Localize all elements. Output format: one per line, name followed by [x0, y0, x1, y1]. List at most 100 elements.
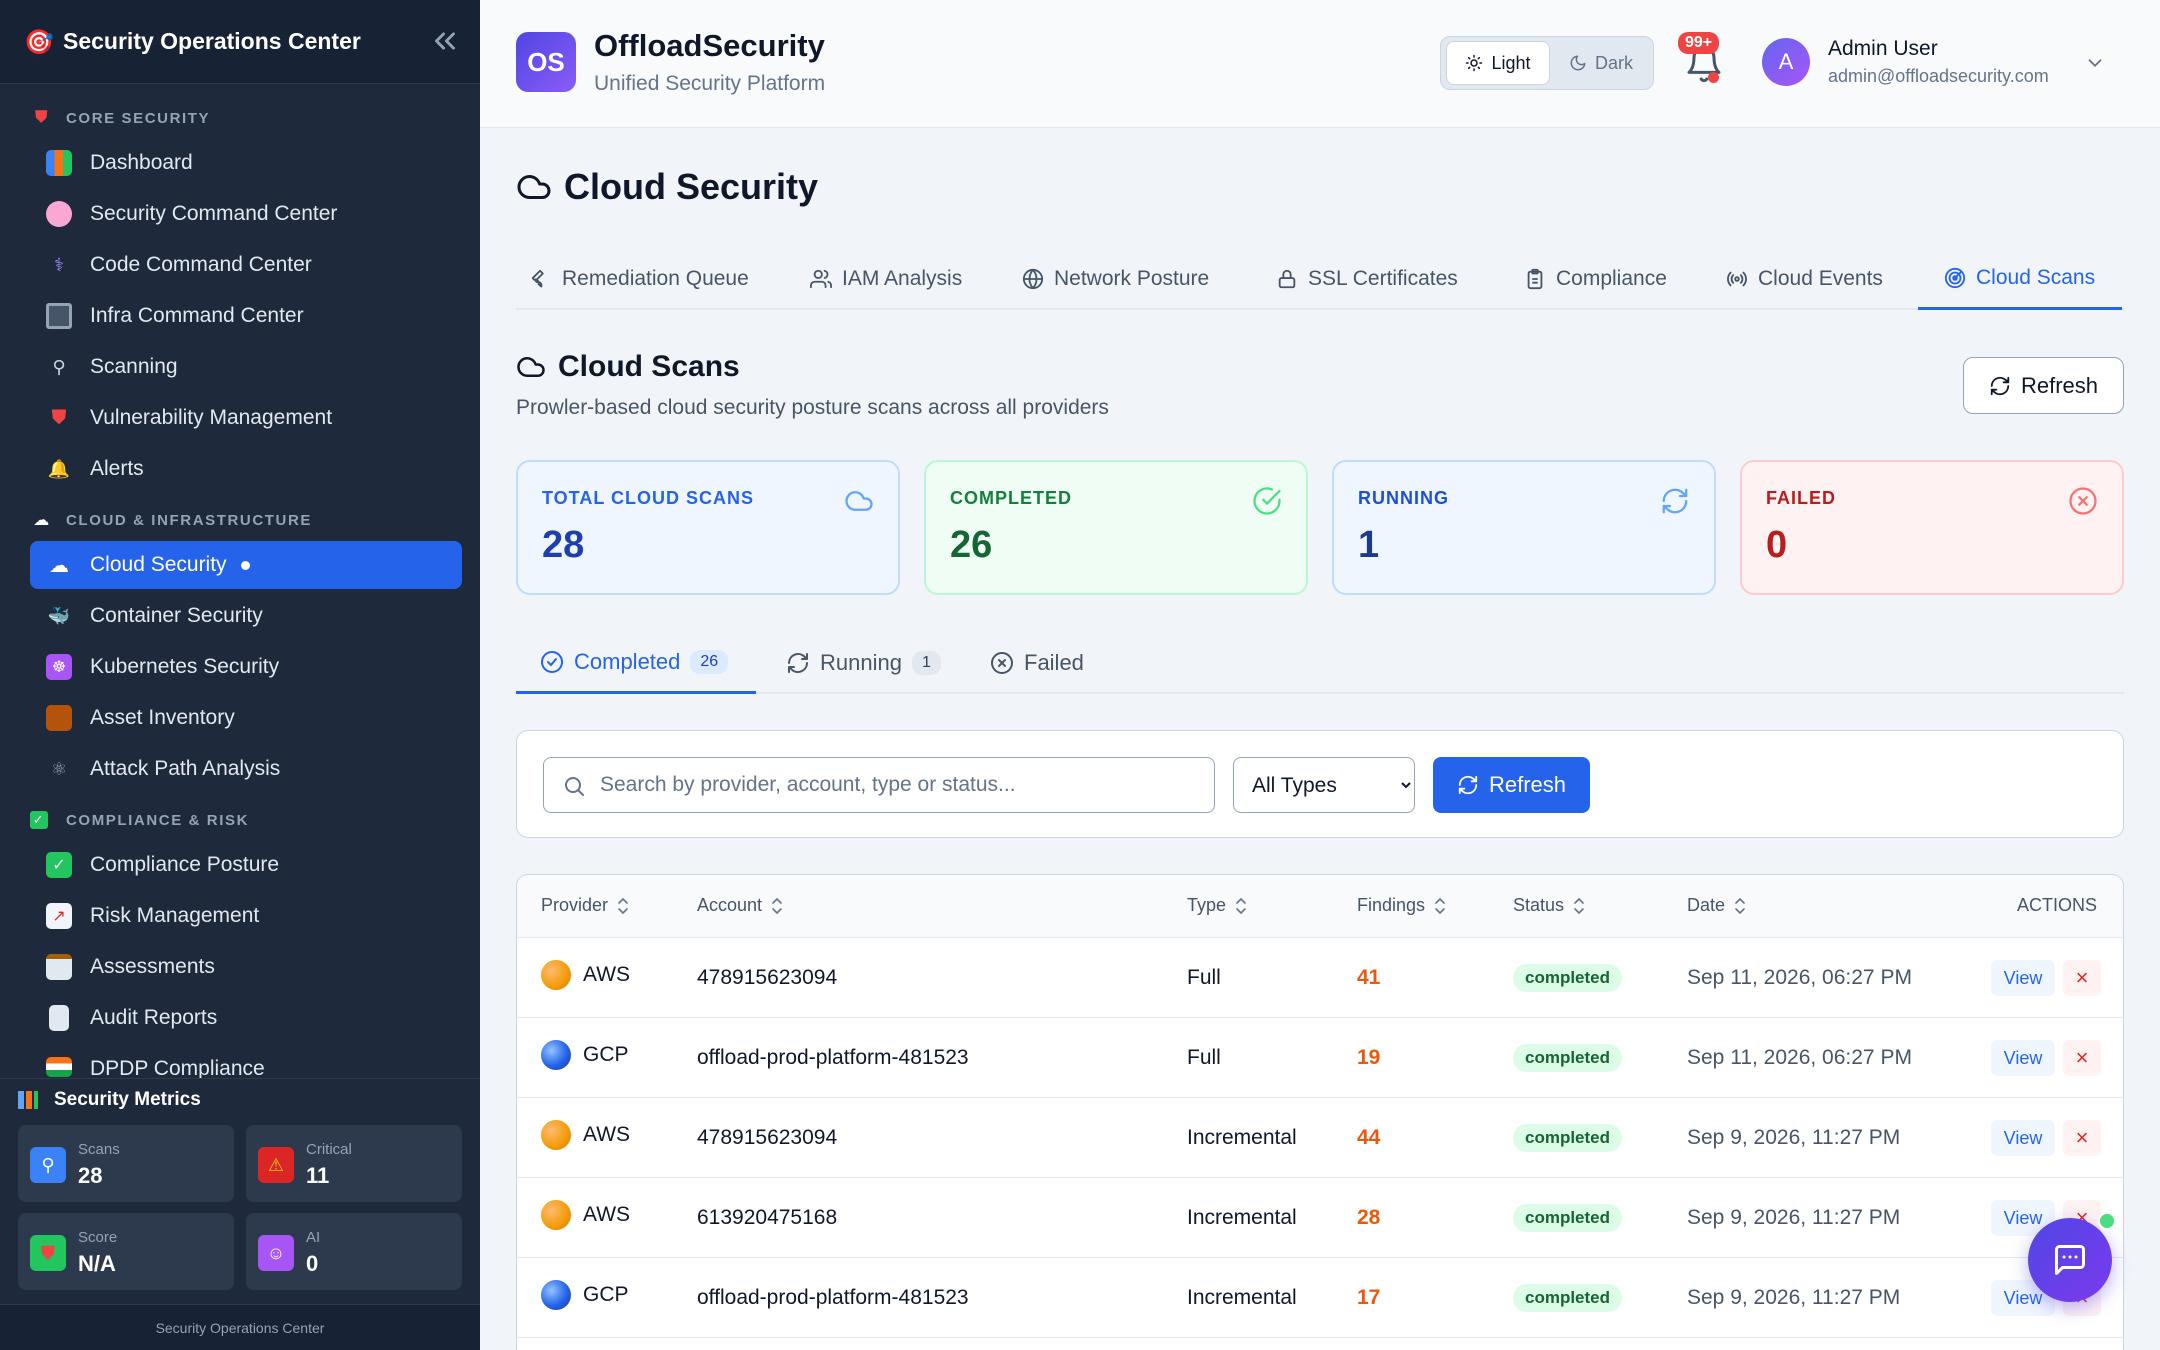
view-button[interactable]: View — [1991, 1120, 2055, 1156]
table-header: Provider Account Type Findings Status Da… — [517, 875, 2123, 938]
metric-critical[interactable]: ⚠ Critical 11 — [246, 1125, 462, 1202]
refresh-button[interactable]: Refresh — [1963, 357, 2124, 414]
bar-chart-icon — [46, 150, 72, 176]
view-button[interactable]: View — [1991, 1040, 2055, 1076]
status-badge: completed — [1513, 1124, 1623, 1152]
type-filter-select[interactable]: All Types — [1233, 757, 1415, 813]
collapse-sidebar-icon[interactable] — [428, 24, 462, 58]
table-row[interactable]: AWS 478915623094 Incremental 44 complete… — [517, 1098, 2123, 1178]
sidebar-item-label: Risk Management — [90, 904, 260, 927]
subtab-completed[interactable]: Completed 26 — [516, 632, 756, 694]
sidebar-item-vulnerability-management[interactable]: ⛊ Vulnerability Management — [30, 394, 462, 442]
filter-refresh-button[interactable]: Refresh — [1433, 757, 1590, 813]
sidebar-item-compliance-posture[interactable]: ✓ Compliance Posture — [30, 841, 462, 889]
refresh-icon — [1458, 775, 1478, 795]
sidebar-item-alerts[interactable]: 🔔 Alerts — [30, 445, 462, 493]
sidebar-item-kubernetes-security[interactable]: ☸ Kubernetes Security — [30, 643, 462, 691]
metric-value: 11 — [306, 1163, 330, 1188]
metric-label: Critical — [306, 1141, 352, 1158]
brand-logo[interactable]: OS — [516, 32, 576, 92]
tab-cloud-events[interactable]: Cloud Events — [1726, 248, 1883, 310]
provider-cell: AWS — [541, 1200, 630, 1230]
metric-ai[interactable]: ☺ AI 0 — [246, 1213, 462, 1290]
theme-light-button[interactable]: Light — [1446, 41, 1550, 85]
table-row[interactable]: GCP offload-prod-platform-481523 Increme… — [517, 1258, 2123, 1338]
page-title: Cloud Security — [564, 166, 819, 207]
subtab-label: Completed — [574, 648, 681, 674]
theme-dark-button[interactable]: Dark — [1553, 41, 1649, 85]
bell-icon: 🔔 — [47, 458, 71, 479]
clipboard-icon — [46, 954, 72, 980]
stat-total-cloud-scans: TOTAL CLOUD SCANS 28 — [516, 460, 900, 595]
date-cell: Sep 11, 2026, 06:27 PM — [1687, 1046, 1912, 1069]
tab-network-posture[interactable]: Network Posture — [1022, 248, 1209, 310]
subtab-running[interactable]: Running 1 — [786, 632, 941, 694]
sidebar-item-risk-management[interactable]: ↗ Risk Management — [30, 892, 462, 940]
delete-button[interactable]: × — [2063, 1040, 2101, 1076]
sidebar-item-attack-path-analysis[interactable]: ⚛ Attack Path Analysis — [30, 745, 462, 793]
column-label: Date — [1687, 895, 1726, 915]
column-status[interactable]: Status — [1513, 895, 1586, 916]
subtab-label: Failed — [1024, 650, 1084, 675]
avatar[interactable]: A — [1762, 38, 1810, 86]
column-account[interactable]: Account — [697, 895, 784, 916]
search-input[interactable] — [600, 758, 1200, 812]
chat-button[interactable] — [2028, 1218, 2112, 1302]
tab-label: Remediation Queue — [562, 267, 749, 290]
sidebar-item-dashboard[interactable]: Dashboard — [30, 139, 462, 187]
tab-remediation-queue[interactable]: Remediation Queue — [530, 248, 749, 310]
delete-button[interactable]: × — [2063, 1120, 2101, 1156]
magnifier-icon: ⚲ — [30, 1147, 66, 1183]
column-date[interactable]: Date — [1687, 895, 1747, 916]
sidebar-item-security-command-center[interactable]: Security Command Center — [30, 190, 462, 238]
findings-cell: 19 — [1357, 1046, 1381, 1069]
delete-button[interactable]: × — [2063, 960, 2101, 996]
column-type[interactable]: Type — [1187, 895, 1248, 916]
column-label: Status — [1513, 895, 1565, 915]
metric-score[interactable]: ⛊ Score N/A — [18, 1213, 234, 1290]
clipboard-icon — [1527, 268, 1543, 290]
monitor-icon — [46, 303, 72, 329]
account-cell: offload-prod-platform-481523 — [697, 1046, 969, 1069]
sidebar-item-label: Asset Inventory — [90, 706, 235, 729]
tab-compliance[interactable]: Compliance — [1524, 248, 1667, 310]
gcp-provider-icon — [541, 1280, 571, 1310]
metric-value: N/A — [78, 1251, 116, 1276]
stat-label: COMPLETED — [950, 488, 1073, 508]
column-findings[interactable]: Findings — [1357, 895, 1447, 916]
theme-toggle: Light Dark — [1440, 36, 1654, 90]
sidebar-item-asset-inventory[interactable]: Asset Inventory — [30, 694, 462, 742]
cloud-icon — [845, 491, 873, 511]
sidebar-item-scanning[interactable]: ⚲ Scanning — [30, 343, 462, 391]
sidebar-item-code-command-center[interactable]: ⚕ Code Command Center — [30, 241, 462, 289]
sidebar-item-container-security[interactable]: 🐳 Container Security — [30, 592, 462, 640]
sidebar-item-infra-command-center[interactable]: Infra Command Center — [30, 292, 462, 340]
view-button[interactable]: View — [1991, 960, 2055, 996]
tab-iam-analysis[interactable]: IAM Analysis — [810, 248, 962, 310]
findings-cell: 44 — [1357, 1126, 1381, 1149]
chevron-down-icon[interactable] — [2084, 52, 2106, 74]
column-provider[interactable]: Provider — [541, 895, 630, 916]
sidebar-item-label: Scanning — [90, 355, 178, 378]
sidebar-item-cloud-security[interactable]: ☁ Cloud Security — [30, 541, 462, 589]
subtab-failed[interactable]: Failed — [990, 632, 1084, 694]
cloud-icon: ☁ — [33, 512, 51, 529]
user-name[interactable]: Admin User — [1828, 37, 1938, 61]
table-row[interactable]: AWS 478915623094 Full 41 completed Sep 1… — [517, 938, 2123, 1018]
notification-dot — [1708, 72, 1719, 83]
table-row[interactable]: GCP offload-prod-platform-481523 Full 19… — [517, 1018, 2123, 1098]
metric-scans[interactable]: ⚲ Scans 28 — [18, 1125, 234, 1202]
sidebar-item-audit-reports[interactable]: Audit Reports — [30, 994, 462, 1042]
sidebar-item-dpdp-compliance[interactable]: DPDP Compliance — [30, 1045, 462, 1079]
x-circle-icon — [2069, 487, 2097, 515]
filter-bar: All Types Refresh — [516, 730, 2124, 838]
tab-ssl-certificates[interactable]: SSL Certificates — [1276, 248, 1458, 310]
table-row[interactable]: AWS 613920475168 Incremental 28 complete… — [517, 1178, 2123, 1258]
sidebar-item-assessments[interactable]: Assessments — [30, 943, 462, 991]
cloud-icon: ☁ — [49, 554, 69, 577]
sun-icon — [1466, 54, 1483, 72]
refresh-icon — [1662, 488, 1688, 514]
stat-running: RUNNING 1 — [1332, 460, 1716, 595]
tab-cloud-scans[interactable]: Cloud Scans — [1918, 248, 2122, 310]
section-core-security: ⛊ CORE SECURITY — [30, 108, 210, 128]
